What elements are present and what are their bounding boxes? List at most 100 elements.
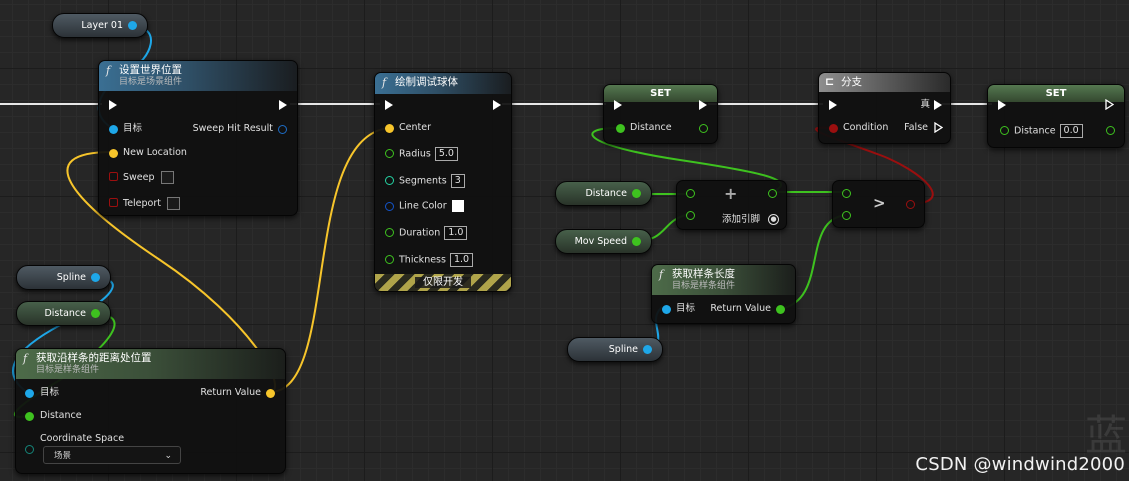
center-pin[interactable] bbox=[385, 124, 394, 133]
spline-1-output-pin[interactable] bbox=[91, 273, 100, 282]
false-label: False bbox=[904, 122, 928, 133]
spline-variable-2[interactable]: Spline bbox=[567, 337, 663, 362]
radius-text: Radius bbox=[399, 148, 431, 160]
exec-out-pin[interactable] bbox=[493, 100, 501, 110]
distance-out-pin[interactable] bbox=[1106, 126, 1115, 135]
sweep-label: Sweep bbox=[123, 171, 174, 184]
set-distance-node-1[interactable]: SET Distance bbox=[603, 84, 718, 144]
coordinate-space-value: 场景 bbox=[54, 451, 72, 461]
thickness-text: Thickness bbox=[399, 254, 446, 266]
radius-pin[interactable] bbox=[385, 149, 394, 158]
draw-debug-sphere-header[interactable]: f 绘制调试球体 bbox=[375, 73, 511, 94]
radius-input[interactable]: 5.0 bbox=[434, 147, 458, 161]
duration-pin[interactable] bbox=[385, 228, 394, 237]
get-location-at-distance-header[interactable]: f 获取沿样条的距离处位置 目标是样条组件 bbox=[16, 349, 285, 379]
exec-in-pin[interactable] bbox=[109, 100, 117, 110]
teleport-checkbox[interactable] bbox=[167, 197, 180, 210]
target-label: 目标 bbox=[40, 387, 60, 398]
add-output-pin[interactable] bbox=[768, 189, 777, 198]
spline-variable-1[interactable]: Spline bbox=[16, 265, 111, 290]
function-icon: f bbox=[382, 76, 387, 89]
false-exec-pin[interactable] bbox=[934, 121, 944, 134]
branch-header: ⊏ 分支 bbox=[819, 73, 950, 92]
spline-2-output-pin[interactable] bbox=[643, 345, 652, 354]
line-color-swatch[interactable] bbox=[451, 200, 464, 212]
segments-input[interactable]: 3 bbox=[450, 174, 465, 188]
greater-input-b-pin[interactable] bbox=[842, 211, 851, 220]
return-value-pin[interactable] bbox=[776, 305, 785, 314]
add-node[interactable]: + 添加引脚 ● bbox=[676, 180, 787, 230]
get-location-at-distance-node[interactable]: f 获取沿样条的距离处位置 目标是样条组件 目标 Return Value Di… bbox=[15, 348, 286, 474]
add-input-a-pin[interactable] bbox=[686, 189, 695, 198]
set-world-location-title: 设置世界位置 bbox=[119, 64, 182, 76]
layer-label: Layer 01 bbox=[81, 20, 123, 31]
sweep-pin[interactable] bbox=[109, 172, 118, 181]
branch-title: 分支 bbox=[841, 76, 862, 88]
add-input-b-pin[interactable] bbox=[686, 211, 695, 220]
segments-pin[interactable] bbox=[385, 176, 394, 185]
sweep-checkbox[interactable] bbox=[160, 171, 174, 184]
branch-node[interactable]: ⊏ 分支 真 Condition False bbox=[818, 72, 951, 144]
distance-out-pin[interactable] bbox=[699, 124, 708, 133]
distance-variable-2[interactable]: Distance bbox=[555, 181, 652, 206]
draw-debug-sphere-node[interactable]: f 绘制调试球体 Center Radius 5.0 Segments 3 Line… bbox=[374, 72, 512, 292]
exec-out-pin[interactable] bbox=[1105, 98, 1115, 111]
layer-output-pin[interactable] bbox=[128, 21, 137, 30]
return-value-pin[interactable] bbox=[266, 389, 275, 398]
mov-speed-output-pin[interactable] bbox=[632, 237, 641, 246]
greater-node[interactable]: > bbox=[832, 180, 925, 228]
thickness-input[interactable]: 1.0 bbox=[449, 253, 474, 267]
distance-1-output-pin[interactable] bbox=[91, 309, 100, 318]
greater-input-a-pin[interactable] bbox=[842, 189, 851, 198]
sweep-hit-result-pin[interactable] bbox=[278, 125, 287, 134]
set-header: SET bbox=[988, 85, 1124, 102]
distance-in-pin[interactable] bbox=[1000, 126, 1009, 135]
thickness-pin[interactable] bbox=[385, 255, 394, 264]
target-pin[interactable] bbox=[25, 389, 34, 398]
coordinate-space-dropdown[interactable]: 场景 ⌄ bbox=[43, 446, 181, 464]
sweep-hit-result-label: Sweep Hit Result bbox=[192, 123, 273, 134]
distance-value-input[interactable]: 0.0 bbox=[1059, 124, 1083, 138]
exec-in-pin[interactable] bbox=[614, 100, 622, 110]
distance-variable-1[interactable]: Distance bbox=[16, 301, 111, 326]
get-spline-length-header[interactable]: f 获取样条长度 目标是样条组件 bbox=[652, 265, 795, 295]
exec-out-pin[interactable] bbox=[279, 100, 287, 110]
duration-text: Duration bbox=[399, 227, 441, 239]
distance-in-pin[interactable] bbox=[616, 124, 625, 133]
greater-output-pin[interactable] bbox=[906, 200, 915, 209]
distance-2-output-pin[interactable] bbox=[632, 189, 641, 198]
exec-in-pin[interactable] bbox=[829, 100, 837, 110]
development-only-label: 仅限开发 bbox=[415, 277, 471, 288]
exec-out-pin[interactable] bbox=[699, 100, 707, 110]
exec-in-pin[interactable] bbox=[385, 100, 393, 110]
add-pin-icon[interactable]: ● bbox=[768, 214, 779, 225]
mov-speed-variable[interactable]: Mov Speed bbox=[555, 229, 652, 254]
target-pin[interactable] bbox=[109, 125, 118, 134]
distance-text: Distance bbox=[1014, 125, 1056, 137]
add-pin-label[interactable]: 添加引脚 bbox=[722, 214, 760, 226]
coordinate-space-pin[interactable] bbox=[25, 445, 34, 454]
distance-pin[interactable] bbox=[25, 412, 34, 421]
teleport-pin[interactable] bbox=[109, 198, 118, 207]
add-symbol: + bbox=[724, 184, 738, 203]
set-distance-node-2[interactable]: SET Distance 0.0 bbox=[987, 84, 1125, 148]
duration-input[interactable]: 1.0 bbox=[444, 226, 468, 240]
true-exec-pin[interactable] bbox=[934, 100, 942, 110]
get-location-at-distance-subtitle: 目标是样条组件 bbox=[36, 365, 100, 375]
line-color-pin[interactable] bbox=[385, 202, 394, 211]
center-label: Center bbox=[399, 122, 431, 133]
draw-debug-sphere-title: 绘制调试球体 bbox=[395, 76, 458, 88]
radius-label: Radius 5.0 bbox=[399, 147, 458, 161]
target-pin[interactable] bbox=[662, 305, 671, 314]
layer-variable[interactable]: Layer 01 bbox=[52, 13, 148, 38]
segments-label: Segments 3 bbox=[399, 174, 465, 188]
teleport-label: Teleport bbox=[123, 197, 180, 210]
get-spline-length-node[interactable]: f 获取样条长度 目标是样条组件 目标 Return Value bbox=[651, 264, 796, 324]
set-world-location-header[interactable]: f 设置世界位置 目标是场景组件 bbox=[99, 61, 297, 91]
new-location-pin[interactable] bbox=[109, 149, 118, 158]
set-world-location-node[interactable]: f 设置世界位置 目标是场景组件 目标 Sweep Hit Result New… bbox=[98, 60, 298, 216]
chevron-down-icon: ⌄ bbox=[164, 451, 172, 461]
target-label: 目标 bbox=[676, 303, 696, 314]
exec-in-pin[interactable] bbox=[998, 100, 1006, 110]
condition-pin[interactable] bbox=[829, 124, 838, 133]
